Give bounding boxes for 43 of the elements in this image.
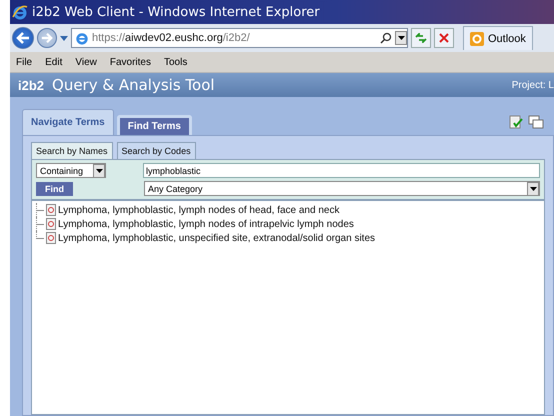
check-document-icon[interactable] xyxy=(509,115,523,129)
project-label: Project: L xyxy=(512,80,554,90)
refresh-arrows-icon xyxy=(415,33,427,43)
back-arrow-icon xyxy=(15,31,31,45)
caret-icon xyxy=(96,168,102,172)
dropdown-button[interactable] xyxy=(395,31,407,45)
browser-logo-icon xyxy=(12,4,28,20)
document-icon xyxy=(46,232,56,244)
tab[interactable]: Navigate Terms xyxy=(22,109,114,135)
close-icon xyxy=(439,33,449,43)
window-title: i2b2 Web Client - Windows Internet Explorer xyxy=(32,4,320,20)
app-title: Query & Analysis Tool xyxy=(52,76,215,94)
back-button[interactable] xyxy=(12,27,34,49)
page-icon xyxy=(75,31,89,45)
tab[interactable]: Find Terms xyxy=(116,115,192,135)
address-field[interactable]: https://aiwdev02.eushc.org/i2b2/ xyxy=(71,28,408,48)
match-select[interactable]: Containing xyxy=(36,163,106,178)
result-item[interactable]: Lymphoma, lymphoblastic, lymph nodes of intrapelvic lymph nodes xyxy=(58,218,354,230)
app-logo: i2b2 xyxy=(18,78,44,92)
category-select[interactable]: Any Category xyxy=(144,181,540,196)
menu-item[interactable]: Edit xyxy=(45,56,62,68)
menu-item[interactable]: Favorites xyxy=(110,56,151,68)
sub-tab[interactable]: Search by Codes xyxy=(116,142,196,159)
favorite-tab[interactable]: Outlook xyxy=(463,26,533,50)
caret-icon xyxy=(398,36,404,40)
document-icon xyxy=(46,204,56,216)
stop-button[interactable] xyxy=(434,28,454,48)
caret-icon xyxy=(530,186,536,190)
menu-item[interactable]: View xyxy=(75,56,97,68)
outlook-icon xyxy=(470,32,484,46)
windows-icon[interactable] xyxy=(528,115,544,129)
search-icon[interactable] xyxy=(380,32,392,44)
sub-tab[interactable]: Search by Names xyxy=(31,142,113,159)
menu-item[interactable]: File xyxy=(16,56,32,68)
forward-button[interactable] xyxy=(37,28,57,48)
forward-arrow-icon xyxy=(40,32,54,44)
result-item[interactable]: Lymphoma, lymphoblastic, unspecified site, extranodal/solid organ sites xyxy=(58,232,376,244)
menu-item[interactable]: Tools xyxy=(164,56,188,68)
search-field[interactable]: lymphoblastic xyxy=(143,163,540,178)
document-icon xyxy=(46,218,56,230)
dropdown-arrow-icon[interactable] xyxy=(60,36,68,40)
find-button[interactable]: Find xyxy=(36,182,73,196)
result-item[interactable]: Lymphoma, lymphoblastic, lymph nodes of head, face and neck xyxy=(58,204,340,216)
